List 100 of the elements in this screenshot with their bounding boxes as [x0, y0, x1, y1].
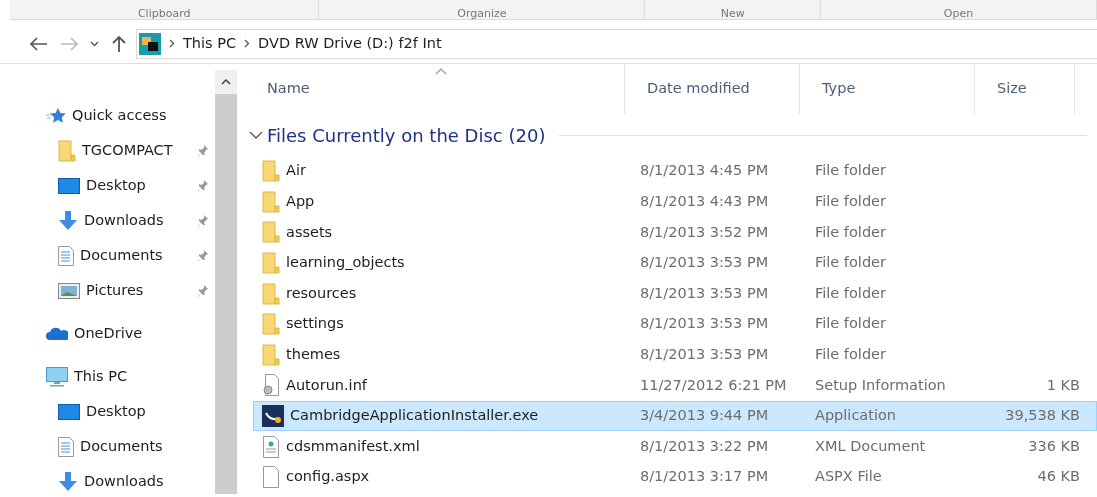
nav-item[interactable]: Downloads: [46, 464, 215, 497]
file-row[interactable]: Autorun.inf 11/27/2012 6:21 PM Setup Information 1 KB: [253, 370, 1097, 401]
folder-icon: [262, 160, 280, 183]
column-header[interactable]: Date modified: [625, 64, 800, 114]
type-cell: File folder: [815, 193, 886, 209]
folder-icon: [58, 139, 76, 162]
breadcrumb-link[interactable]: DVD RW Drive (D:) f2f Int: [258, 32, 442, 55]
chevron-right-icon: [244, 39, 251, 48]
type-cell: File folder: [815, 315, 886, 332]
file-name: Air: [286, 161, 306, 181]
ribbon-group-label: Open: [821, 0, 1097, 19]
column-header[interactable]: Type: [800, 64, 975, 114]
chevron-up-icon: [221, 79, 231, 85]
file-row[interactable]: cdsmmanifest.xml 8/1/2013 3:22 PM XML Document 336 KB: [253, 431, 1097, 462]
date-cell: 8/1/2013 3:53 PM: [640, 254, 769, 271]
size-cell: 1 KB: [1046, 376, 1080, 393]
file-name: settings: [286, 314, 344, 334]
breadcrumb-link[interactable]: This PC: [183, 32, 237, 55]
cloud-icon: [46, 326, 68, 341]
chevron-right-icon: [169, 39, 175, 48]
ribbon-group-label: New: [645, 0, 822, 19]
file-name: assets: [286, 222, 333, 242]
date-cell: 8/1/2013 4:45 PM: [640, 162, 769, 179]
drive-icon: [139, 32, 161, 55]
group-header[interactable]: Files Currently on the Disc (20): [267, 121, 546, 149]
file-name: themes: [286, 345, 341, 364]
ribbon-group-label: Organize: [319, 0, 646, 19]
file-name: learning_objects: [286, 253, 405, 273]
file-name: Autorun.inf: [286, 375, 367, 395]
file-row[interactable]: App 8/1/2013 4:43 PM File folder: [253, 186, 1097, 218]
date-cell: 8/1/2013 3:52 PM: [640, 223, 769, 240]
nav-item[interactable]: Documents: [46, 429, 215, 464]
nav-item[interactable]: Downloads: [46, 203, 215, 238]
date-cell: 8/1/2013 3:22 PM: [640, 437, 769, 454]
date-cell: 8/1/2013 3:17 PM: [640, 468, 769, 485]
sort-ascending-icon: [435, 68, 447, 75]
gear-file-icon: [262, 374, 280, 397]
date-cell: 11/27/2012 6:21 PM: [640, 376, 787, 393]
file-row[interactable]: learning_objects 8/1/2013 3:53 PM File folder: [253, 247, 1097, 279]
column-header[interactable]: Size: [975, 64, 1075, 114]
date-cell: 8/1/2013 3:53 PM: [640, 315, 769, 332]
nav-item[interactable]: This PC: [46, 359, 215, 394]
type-cell: File folder: [815, 162, 886, 179]
download-arrow-icon: [58, 210, 78, 231]
ribbon-group-label: Clipboard: [10, 0, 320, 19]
nav-item[interactable]: Desktop: [46, 394, 215, 429]
nav-item[interactable]: OneDrive: [46, 316, 215, 351]
type-cell: Application: [815, 407, 897, 424]
date-cell: 8/1/2013 3:53 PM: [640, 346, 769, 362]
document-icon: [58, 436, 74, 457]
download-arrow-icon: [58, 471, 78, 492]
scroll-up-button[interactable]: [215, 70, 237, 94]
xml-file-icon: [262, 435, 280, 458]
file-row[interactable]: themes 8/1/2013 3:53 PM File folder: [253, 339, 1097, 371]
address-bar[interactable]: This PC DVD RW Drive (D:) f2f Int: [136, 28, 1097, 59]
size-cell: 46 KB: [1037, 468, 1080, 485]
file-row[interactable]: settings 8/1/2013 3:53 PM File folder: [253, 308, 1097, 340]
monitor-icon: [46, 366, 68, 387]
folder-icon: [262, 190, 280, 213]
file-name: config.aspx: [286, 467, 370, 487]
folder-icon: [262, 282, 280, 305]
type-cell: ASPX File: [815, 468, 882, 485]
file-name: resources: [286, 283, 357, 303]
nav-item[interactable]: TGCOMPACT: [46, 133, 215, 168]
type-cell: File folder: [815, 223, 886, 240]
picture-icon: [58, 282, 80, 299]
monitor-icon: [58, 177, 80, 194]
folder-icon: [262, 343, 280, 366]
folder-icon: [262, 221, 280, 244]
file-row[interactable]: resources 8/1/2013 3:53 PM File folder: [253, 278, 1097, 309]
file-row[interactable]: CambridgeApplicationInstaller.exe 3/4/2013 9:44 PM Application 39,538 KB: [253, 400, 1097, 432]
type-cell: File folder: [815, 284, 886, 301]
column-header[interactable]: Name: [245, 64, 625, 114]
up-arrow-icon: [112, 35, 126, 52]
date-cell: 8/1/2013 3:53 PM: [640, 284, 769, 301]
type-cell: XML Document: [815, 437, 926, 454]
type-cell: File folder: [815, 346, 886, 362]
file-name: cdsmmanifest.xml: [286, 436, 420, 456]
monitor-icon: [58, 403, 80, 420]
size-cell: 336 KB: [1028, 437, 1080, 454]
star-icon: [46, 106, 66, 125]
nav-item[interactable]: Quick access: [46, 98, 215, 133]
type-cell: File folder: [815, 254, 886, 271]
nav-item[interactable]: Desktop: [46, 168, 215, 203]
type-cell: Setup Information: [815, 376, 946, 393]
blank-file-icon: [262, 466, 280, 489]
scrollbar[interactable]: [215, 70, 237, 494]
size-cell: 39,538 KB: [1005, 407, 1080, 424]
file-name: CambridgeApplicationInstaller.exe: [290, 406, 539, 426]
nav-item[interactable]: Pictures: [46, 273, 215, 308]
file-row[interactable]: assets 8/1/2013 3:52 PM File folder: [253, 217, 1097, 248]
file-row[interactable]: Air 8/1/2013 4:45 PM File folder: [253, 156, 1097, 187]
folder-icon: [262, 313, 280, 336]
file-row[interactable]: config.aspx 8/1/2013 3:17 PM ASPX File 46 KB: [253, 461, 1097, 493]
date-cell: 8/1/2013 4:43 PM: [640, 193, 769, 209]
file-name: App: [286, 192, 315, 211]
forward-arrow-icon: [60, 36, 78, 51]
nav-item[interactable]: Documents: [46, 238, 215, 273]
date-cell: 3/4/2013 9:44 PM: [640, 407, 769, 424]
application-icon: [262, 405, 284, 428]
